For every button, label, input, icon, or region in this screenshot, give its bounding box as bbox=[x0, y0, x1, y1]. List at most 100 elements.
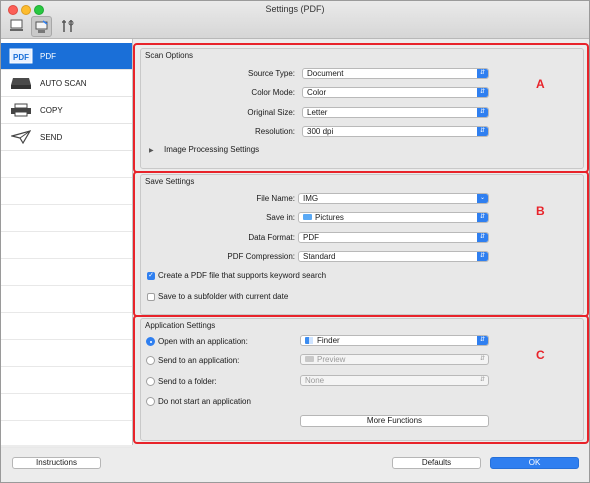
color-mode-value: Color bbox=[307, 88, 327, 97]
sidebar-item-send[interactable]: SEND bbox=[1, 124, 132, 151]
instructions-button[interactable]: Instructions bbox=[12, 457, 101, 469]
title-bar: Settings (PDF) bbox=[1, 1, 589, 39]
resolution-label: Resolution: bbox=[254, 127, 295, 136]
sidebar-empty-row bbox=[1, 151, 132, 178]
file-name-select[interactable]: IMG ⌄ bbox=[298, 193, 489, 204]
tools-icon bbox=[62, 19, 74, 32]
select-arrows-icon: ⇵ bbox=[477, 233, 488, 242]
source-type-label: Source Type: bbox=[248, 69, 295, 78]
original-size-select[interactable]: Letter ⇵ bbox=[302, 107, 489, 118]
source-type-select[interactable]: Document ⇵ bbox=[302, 68, 489, 79]
disclosure-triangle-icon[interactable]: ▶ bbox=[149, 147, 154, 154]
folder-icon bbox=[303, 214, 312, 220]
send-to-application-select[interactable]: Preview ⇵ bbox=[300, 354, 489, 365]
color-mode-label: Color Mode: bbox=[251, 88, 295, 97]
scan-options-panel: Scan Options Source Type: Document ⇵ Col… bbox=[140, 48, 584, 169]
svg-text:PDF: PDF bbox=[13, 53, 29, 62]
data-format-select[interactable]: PDF ⇵ bbox=[298, 232, 489, 243]
send-to-application-label: Send to an application: bbox=[158, 356, 240, 365]
select-arrows-icon: ⇵ bbox=[477, 336, 488, 345]
sidebar-item-copy[interactable]: COPY bbox=[1, 97, 132, 124]
data-format-label: Data Format: bbox=[248, 233, 295, 242]
pdf-compression-label: PDF Compression: bbox=[227, 252, 295, 261]
sidebar: PDF PDF AUTO SCAN COPY SEND bbox=[1, 39, 133, 448]
pdf-compression-select[interactable]: Standard ⇵ bbox=[298, 251, 489, 262]
subfolder-checkbox[interactable] bbox=[147, 293, 155, 301]
pdf-icon: PDF bbox=[9, 47, 33, 65]
save-in-label: Save in: bbox=[266, 213, 295, 222]
keyword-search-checkbox[interactable]: ✓ bbox=[147, 272, 155, 280]
tab-general-settings[interactable] bbox=[58, 16, 77, 35]
annotation-marker-a: A bbox=[536, 77, 545, 91]
image-processing-settings-label[interactable]: Image Processing Settings bbox=[164, 145, 259, 154]
do-not-start-application-radio[interactable] bbox=[146, 397, 155, 406]
resolution-select[interactable]: 300 dpi ⇵ bbox=[302, 126, 489, 137]
sidebar-item-label: COPY bbox=[40, 105, 63, 115]
resolution-value: 300 dpi bbox=[307, 127, 334, 136]
data-format-value: PDF bbox=[303, 233, 319, 242]
defaults-button[interactable]: Defaults bbox=[392, 457, 481, 469]
window-title: Settings (PDF) bbox=[265, 4, 325, 14]
select-arrows-icon: ⇵ bbox=[477, 252, 488, 261]
save-in-value: Pictures bbox=[315, 213, 344, 222]
send-to-folder-radio[interactable] bbox=[146, 377, 155, 386]
send-to-folder-label: Send to a folder: bbox=[158, 377, 217, 386]
file-name-value: IMG bbox=[303, 194, 319, 203]
application-settings-title: Application Settings bbox=[145, 321, 216, 330]
tab-scan-from-operation-panel[interactable] bbox=[31, 16, 52, 37]
sidebar-empty-row bbox=[1, 205, 132, 232]
paper-plane-icon bbox=[9, 128, 33, 146]
open-with-application-radio[interactable] bbox=[146, 337, 155, 346]
select-arrows-icon: ⇵ bbox=[479, 356, 486, 362]
color-mode-select[interactable]: Color ⇵ bbox=[302, 87, 489, 98]
select-arrows-icon: ⇵ bbox=[479, 377, 486, 383]
send-to-folder-value: None bbox=[305, 376, 325, 385]
sidebar-empty-row bbox=[1, 421, 132, 448]
settings-window: Settings (PDF) PDF PDF AUTO SCAN COPY SE… bbox=[0, 0, 590, 483]
send-to-application-value: Preview bbox=[317, 355, 346, 364]
open-with-application-label: Open with an application: bbox=[158, 337, 248, 346]
sidebar-empty-row bbox=[1, 178, 132, 205]
sidebar-empty-row bbox=[1, 286, 132, 313]
sidebar-item-label: SEND bbox=[40, 132, 63, 142]
save-settings-title: Save Settings bbox=[145, 177, 195, 186]
send-to-folder-select[interactable]: None ⇵ bbox=[300, 375, 489, 386]
pdf-compression-value: Standard bbox=[303, 252, 336, 261]
open-with-application-select[interactable]: Finder ⇵ bbox=[300, 335, 489, 346]
sidebar-empty-row bbox=[1, 313, 132, 340]
original-size-value: Letter bbox=[307, 108, 328, 117]
annotation-marker-b: B bbox=[536, 204, 545, 218]
finder-icon bbox=[305, 337, 313, 344]
scanner-icon bbox=[9, 74, 33, 92]
tab-scan-from-computer[interactable] bbox=[7, 16, 26, 35]
sidebar-empty-row bbox=[1, 367, 132, 394]
chevron-down-icon: ⌄ bbox=[477, 194, 488, 203]
sidebar-empty-row bbox=[1, 340, 132, 367]
select-arrows-icon: ⇵ bbox=[477, 213, 488, 222]
send-to-application-radio[interactable] bbox=[146, 356, 155, 365]
sidebar-item-label: AUTO SCAN bbox=[40, 78, 87, 88]
file-name-label: File Name: bbox=[256, 194, 295, 203]
source-type-value: Document bbox=[307, 69, 344, 78]
ok-button[interactable]: OK bbox=[490, 457, 579, 469]
sidebar-empty-row bbox=[1, 232, 132, 259]
save-settings-panel: Save Settings File Name: IMG ⌄ Save in: … bbox=[140, 174, 584, 315]
sidebar-empty-row bbox=[1, 394, 132, 421]
sidebar-item-auto-scan[interactable]: AUTO SCAN bbox=[1, 70, 132, 97]
operation-panel-icon bbox=[35, 19, 48, 33]
select-arrows-icon: ⇵ bbox=[477, 108, 488, 117]
select-arrows-icon: ⇵ bbox=[477, 69, 488, 78]
sidebar-item-label: PDF bbox=[40, 51, 56, 61]
select-arrows-icon: ⇵ bbox=[477, 88, 488, 97]
open-with-value: Finder bbox=[317, 336, 340, 345]
sidebar-item-pdf[interactable]: PDF PDF bbox=[1, 43, 132, 70]
computer-scan-icon bbox=[10, 19, 23, 31]
sidebar-empty-row bbox=[1, 259, 132, 286]
select-arrows-icon: ⇵ bbox=[477, 127, 488, 136]
more-functions-button[interactable]: More Functions bbox=[300, 415, 489, 427]
scan-options-title: Scan Options bbox=[145, 51, 194, 60]
keyword-search-label: Create a PDF file that supports keyword … bbox=[158, 271, 327, 280]
save-in-select[interactable]: Pictures ⇵ bbox=[298, 212, 489, 223]
application-settings-panel: Application Settings Open with an applic… bbox=[140, 318, 584, 441]
do-not-start-application-label: Do not start an application bbox=[158, 397, 251, 406]
